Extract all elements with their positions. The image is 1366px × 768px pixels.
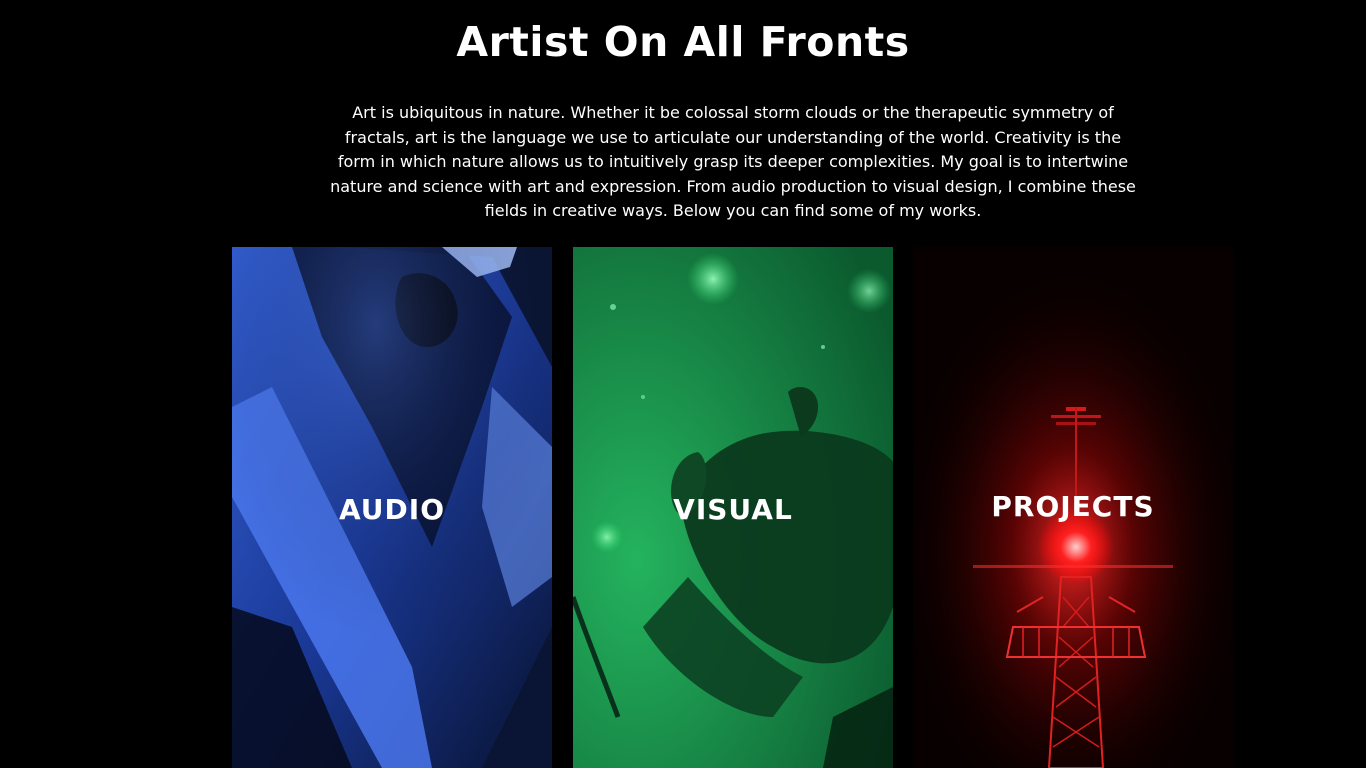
page-title: Artist On All Fronts	[456, 18, 910, 66]
projects-card-label: PROJECTS	[991, 490, 1155, 523]
audio-card[interactable]: AUDIO	[232, 247, 552, 768]
visual-card[interactable]: VISUAL	[573, 247, 893, 768]
projects-card[interactable]: PROJECTS	[913, 247, 1233, 768]
page: Artist On All Fronts Art is ubiquitous i…	[0, 0, 1366, 768]
visual-card-label: VISUAL	[673, 493, 793, 526]
intro-paragraph: Art is ubiquitous in nature. Whether it …	[330, 103, 1136, 220]
audio-card-label: AUDIO	[338, 493, 445, 526]
